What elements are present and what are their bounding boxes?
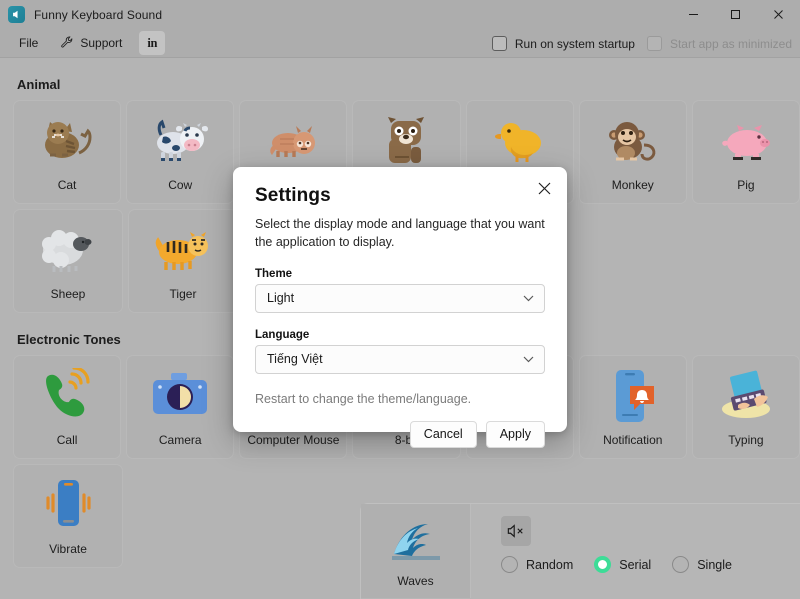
sound-tile-typing[interactable]: Typing [691,355,800,459]
linkedin-button[interactable]: in [139,31,166,55]
radio-label: Serial [619,557,652,572]
cow-icon [149,110,211,172]
section-title-animal: Animal [17,77,61,92]
tile-label: Call [56,433,78,447]
menu-file-label: File [19,36,39,50]
cancel-button[interactable]: Cancel [409,420,477,448]
menu-support[interactable]: Support [51,32,131,55]
tile-label: Sheep [50,287,86,301]
language-label: Language [255,328,310,341]
app-icon [8,6,25,23]
phone-ring-icon [38,365,96,427]
start-minimized-label: Start app as minimized [669,36,792,51]
radio-single[interactable]: Single [672,556,732,573]
wrench-icon [60,35,74,52]
sound-tile-notification[interactable]: Notification [578,355,687,459]
radio-dot [672,556,690,573]
dog-icon [375,110,437,172]
tile-label: Monkey [611,178,654,192]
minimize-icon[interactable] [672,0,714,29]
dialog-description: Select the display mode and language tha… [255,217,545,249]
playback-bar: Waves Random Serial Single [360,503,800,599]
dialog-actions: Cancel Apply [255,420,545,448]
maximize-icon[interactable] [714,0,756,29]
run-on-startup-checkbox[interactable]: Run on system startup [491,36,635,51]
play-mode-radio-group: Random Serial Single [501,556,800,573]
theme-select[interactable]: Light [255,283,545,313]
monkey-icon [602,110,664,172]
mute-button[interactable] [501,516,531,546]
camera-icon [151,365,209,427]
tile-label: Cat [57,178,77,192]
title-bar: Funny Keyboard Sound [0,0,800,29]
window-title: Funny Keyboard Sound [34,7,163,22]
radio-label: Single [697,557,732,572]
radio-dot [501,556,518,573]
sound-tile-pig[interactable]: Pig [691,100,800,204]
sound-tile-sheep[interactable]: Sheep [13,209,123,313]
playback-controls: Random Serial Single [471,504,800,573]
menu-support-label: Support [80,36,123,50]
menu-bar: File Support in Run on system startup St… [0,29,800,58]
sound-tile-vibrate[interactable]: Vibrate [13,464,123,568]
tiger-icon [152,219,214,281]
restart-note: Restart to change the theme/language. [255,391,472,406]
menu-file[interactable]: File [10,32,47,55]
mute-icon [507,524,523,538]
close-icon[interactable] [756,0,800,29]
chevron-down-icon [523,352,534,366]
close-icon[interactable] [531,175,557,201]
radio-serial[interactable]: Serial [594,556,651,573]
pig-icon [715,110,777,172]
window-controls [672,0,800,29]
sound-tile-cat[interactable]: Cat [13,100,122,204]
start-minimized-checkbox: Start app as minimized [646,36,792,51]
tile-label: Camera [158,433,202,447]
chevron-down-icon [523,291,534,305]
radio-dot [594,556,612,573]
language-value: Tiếng Việt [267,352,323,366]
theme-label: Theme [255,267,293,280]
dialog-title: Settings [255,185,331,206]
app-window: Funny Keyboard Sound File Support in Run… [0,0,800,599]
sheep-icon [37,219,99,281]
duck-icon [489,110,551,172]
settings-dialog: Settings Select the display mode and lan… [233,167,567,448]
wave-icon [390,516,442,569]
tile-label: Waves [397,574,434,588]
tile-label: Cow [168,178,193,192]
sound-tile-camera[interactable]: Camera [126,355,235,459]
radio-random[interactable]: Random [501,556,573,573]
theme-value: Light [267,291,295,305]
run-on-startup-label: Run on system startup [514,36,635,51]
apply-button[interactable]: Apply [485,420,545,448]
language-select[interactable]: Tiếng Việt [255,344,545,374]
tile-label: Notification [603,433,663,447]
linkedin-icon: in [147,35,158,50]
tile-label: Tiger [169,287,197,301]
sound-tile-call[interactable]: Call [13,355,122,459]
cat-icon [36,110,98,172]
sound-tile-waves[interactable]: Waves [361,504,471,598]
tile-label: Vibrate [49,542,87,556]
vibrate-icon [40,474,96,536]
startup-options: Run on system startup Start app as minim… [491,29,792,58]
radio-label: Random [526,557,574,572]
sound-tile-tiger[interactable]: Tiger [128,209,238,313]
typing-icon [718,365,774,427]
sound-tile-cow[interactable]: Cow [126,100,235,204]
tile-label: Typing [728,433,764,447]
checkbox-box [646,36,662,51]
sound-tile-monkey[interactable]: Monkey [578,100,687,204]
tile-label: Pig [737,178,755,192]
checkbox-box [491,36,507,51]
dog-crawl-icon [262,110,324,172]
notification-icon [610,365,656,427]
